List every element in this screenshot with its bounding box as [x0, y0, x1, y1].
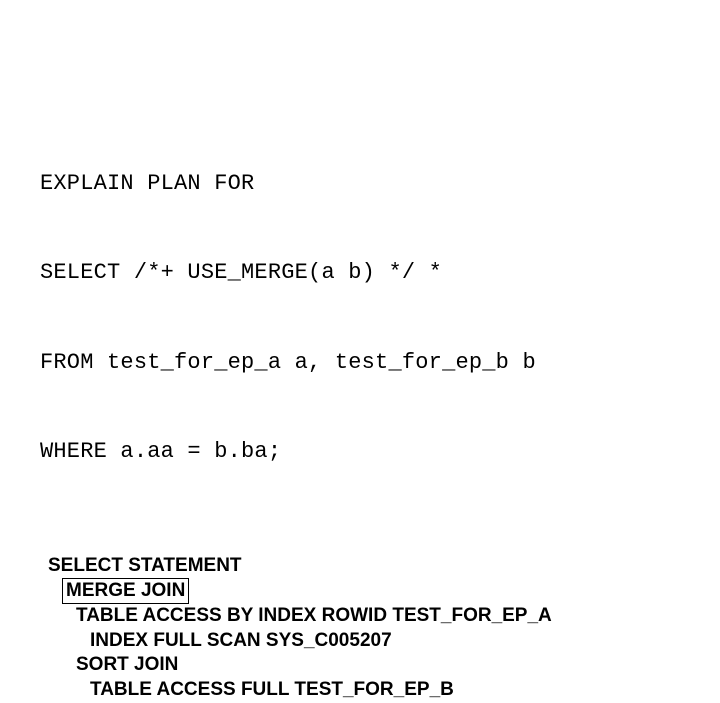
sql-line-1: EXPLAIN PLAN FOR [40, 169, 680, 199]
sql-code-block: EXPLAIN PLAN FOR SELECT /*+ USE_MERGE(a … [40, 110, 680, 526]
sql-line-3: FROM test_for_ep_a a, test_for_ep_b b [40, 348, 680, 378]
plan-row-merge-join: MERGE JOIN [48, 578, 680, 604]
sql-line-2: SELECT /*+ USE_MERGE(a b) */ * [40, 258, 680, 288]
plan-row-index-full-scan: INDEX FULL SCAN SYS_C005207 [48, 629, 680, 654]
plan-row-table-access-full: TABLE ACCESS FULL TEST_FOR_EP_B [48, 678, 680, 703]
execution-plan-block: SELECT STATEMENT MERGE JOIN TABLE ACCESS… [40, 554, 680, 703]
plan-row-table-access-index: TABLE ACCESS BY INDEX ROWID TEST_FOR_EP_… [48, 604, 680, 629]
plan-row-sort-join: SORT JOIN [48, 653, 680, 678]
slide: EXPLAIN PLAN FOR SELECT /*+ USE_MERGE(a … [0, 0, 720, 540]
plan-row-select-statement: SELECT STATEMENT [48, 554, 680, 579]
sql-line-4: WHERE a.aa = b.ba; [40, 437, 680, 467]
merge-join-highlight: MERGE JOIN [62, 578, 189, 604]
